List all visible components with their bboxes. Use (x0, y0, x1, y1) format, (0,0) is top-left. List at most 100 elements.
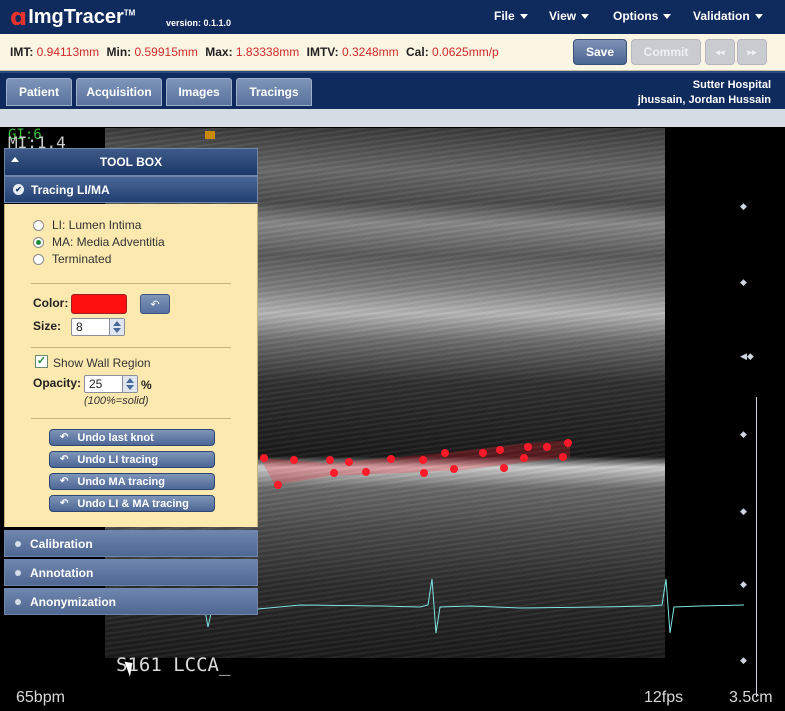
tracing-knot[interactable] (420, 469, 428, 477)
chevron-down-icon (581, 13, 590, 19)
tracing-knot[interactable] (345, 458, 353, 466)
chevron-down-icon (519, 13, 528, 19)
tab-tracings[interactable]: Tracings (236, 78, 312, 106)
collapse-icon[interactable] (11, 157, 19, 162)
top-bar: ɑ ImgTracerTM version: 0.1.1.0 File View… (0, 0, 785, 34)
section-tracing[interactable]: ✔ Tracing LI/MA (4, 176, 258, 203)
menu-file[interactable]: File (494, 9, 528, 23)
focus-marker-icon: ◀◆ (740, 351, 754, 361)
radio-lumen-intima[interactable]: LI: Lumen Intima (33, 218, 141, 232)
measurement-readout: IMT: 0.94113mm Min: 0.59915mm Max: 1.833… (10, 45, 499, 59)
tab-images[interactable]: Images (166, 78, 232, 106)
site-info: Sutter Hospital jhussain, Jordan Hussain (638, 78, 771, 108)
undo-last-knot-button[interactable]: ↶ Undo last knot (49, 429, 215, 446)
color-picker[interactable] (71, 294, 127, 314)
tracing-knot[interactable] (330, 469, 338, 477)
ecg-trace (257, 578, 745, 634)
tab-bar: Patient Acquisition Images Tracings Sutt… (0, 71, 785, 109)
wall-region (260, 440, 570, 485)
tool-box-panel: TOOL BOX ✔ Tracing LI/MA LI: Lumen Intim… (4, 148, 258, 615)
undo-arrow-icon: ↶ (60, 498, 69, 509)
opacity-stepper[interactable]: 25 (84, 375, 138, 393)
heart-rate: 65bpm (16, 689, 65, 706)
depth-tick-icon: ◆ (740, 277, 747, 287)
reset-color-button[interactable]: ↶ (140, 294, 170, 314)
app-logo: ɑ ImgTracerTM (10, 3, 135, 31)
undo-arrow-icon: ↶ (60, 432, 69, 443)
tracing-knot[interactable] (362, 468, 370, 476)
prev-image-button[interactable]: ◂◂ (705, 39, 735, 65)
tracing-knot[interactable] (419, 456, 427, 464)
tracing-knot[interactable] (441, 449, 449, 457)
stepper-arrows-icon[interactable] (122, 376, 137, 392)
depth-tick-icon: ◆ (740, 655, 747, 665)
section-annotation[interactable]: Annotation (4, 559, 258, 586)
depth-tick-icon: ◆ (740, 429, 747, 439)
depth-tick-icon: ◆ (740, 506, 747, 516)
tracing-knot[interactable] (479, 449, 487, 457)
tracing-knot[interactable] (387, 455, 395, 463)
depth-readout: 3.5cm (729, 689, 773, 706)
depth-tick-icon: ◆ (740, 579, 747, 589)
user-name: jhussain, Jordan Hussain (637, 94, 771, 106)
tracing-knot[interactable] (564, 439, 572, 447)
spacer (0, 109, 785, 127)
menu-validation[interactable]: Validation (693, 9, 763, 23)
menu-options[interactable]: Options (613, 9, 672, 23)
tracing-knot[interactable] (496, 446, 504, 454)
undo-ma-tracing-button[interactable]: ↶ Undo MA tracing (49, 473, 215, 490)
next-image-button[interactable]: ▸▸ (737, 39, 767, 65)
tracing-section-body: LI: Lumen Intima MA: Media Adventitia Te… (4, 204, 258, 527)
color-label: Color: (33, 296, 69, 310)
tracing-knot[interactable] (450, 465, 458, 473)
check-circle-icon: ✔ (13, 184, 24, 195)
size-stepper[interactable]: 8 (71, 318, 125, 336)
opacity-label: Opacity: (33, 376, 82, 390)
depth-scale-line (756, 397, 757, 697)
divider (31, 418, 231, 419)
depth-tick-icon: ◆ (740, 201, 747, 211)
tool-box-header[interactable]: TOOL BOX (4, 148, 258, 176)
radio-terminated[interactable]: Terminated (33, 252, 111, 266)
section-calibration[interactable]: Calibration (4, 530, 258, 557)
section-anonymization[interactable]: Anonymization (4, 588, 258, 615)
undo-arrow-icon: ↶ (60, 476, 69, 487)
tracing-knot[interactable] (500, 464, 508, 472)
save-button[interactable]: Save (573, 39, 627, 65)
radio-media-adventitia[interactable]: MA: Media Adventitia (33, 235, 165, 249)
tab-acquisition[interactable]: Acquisition (76, 78, 162, 106)
divider (31, 347, 231, 348)
menu-view[interactable]: View (549, 9, 590, 23)
commit-button[interactable]: Commit (631, 39, 701, 65)
chevron-down-icon (663, 13, 672, 19)
size-label: Size: (33, 319, 62, 333)
app-name: ImgTracerTM (28, 5, 136, 28)
bullet-icon (15, 540, 21, 547)
tracing-knot[interactable] (520, 454, 528, 462)
logo-mark-icon: ɑ (10, 3, 28, 31)
tracing-knot[interactable] (559, 453, 567, 461)
chevron-down-icon (754, 13, 763, 19)
opacity-hint: (100%=solid) (84, 395, 149, 407)
undo-arrow-icon: ↶ (60, 454, 69, 465)
tracing-knot[interactable] (274, 481, 282, 489)
frame-rate: 12fps (644, 689, 684, 706)
tracing-knot[interactable] (326, 456, 334, 464)
divider (31, 283, 231, 284)
tracing-knot[interactable] (524, 443, 532, 451)
undo-li-ma-tracing-button[interactable]: ↶ Undo LI & MA tracing (49, 495, 215, 512)
tab-patient[interactable]: Patient (6, 78, 72, 106)
show-wall-checkbox[interactable]: ✓ (35, 355, 48, 368)
hospital-name: Sutter Hospital (692, 79, 771, 91)
tracing-knot[interactable] (543, 443, 551, 451)
show-wall-label: Show Wall Region (53, 356, 151, 370)
undo-li-tracing-button[interactable]: ↶ Undo LI tracing (49, 451, 215, 468)
bullet-icon (15, 569, 21, 576)
bullet-icon (15, 598, 21, 605)
tracing-knot[interactable] (290, 456, 298, 464)
tracing-knot[interactable] (260, 454, 268, 462)
undo-arrow-icon: ↶ (150, 298, 160, 311)
version-label: version: 0.1.1.0 (166, 18, 232, 28)
opacity-unit: % (141, 378, 152, 392)
stepper-arrows-icon[interactable] (109, 319, 124, 335)
